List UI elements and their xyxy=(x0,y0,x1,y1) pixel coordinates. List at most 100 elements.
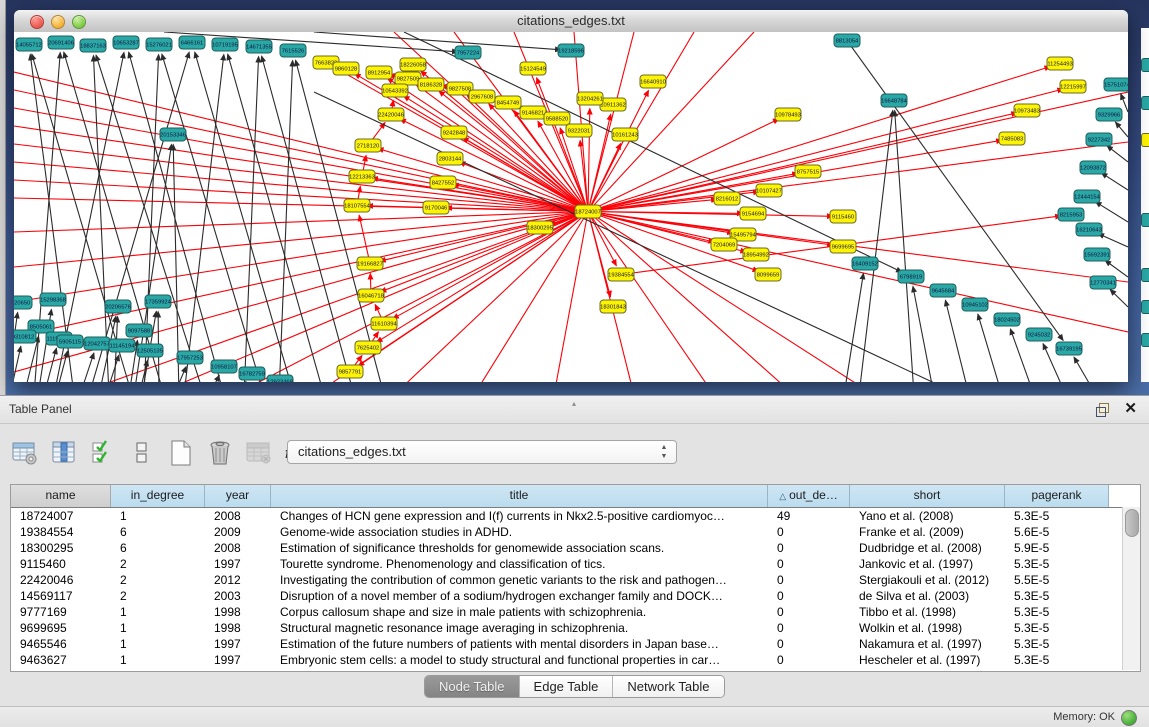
graph-node[interactable]: 19166827 xyxy=(357,257,383,270)
table-row[interactable]: 969969511998Structural magnetic resonanc… xyxy=(11,620,1140,636)
graph-node[interactable]: 12770341 xyxy=(1090,276,1116,289)
graph-node[interactable]: 18301843 xyxy=(600,300,626,313)
table-cell[interactable]: 5.3E-5 xyxy=(1005,588,1109,604)
table-cell[interactable]: Tibbo et al. (1998) xyxy=(850,604,1005,620)
graph-node[interactable]: 9245032 xyxy=(1026,328,1052,341)
column-header-in_degree[interactable]: in_degree xyxy=(111,485,205,507)
table-scrollbar[interactable] xyxy=(1122,507,1140,670)
graph-node[interactable]: 14055712 xyxy=(16,38,42,51)
graph-node[interactable]: 10161243 xyxy=(612,128,638,141)
table-cell[interactable]: 1 xyxy=(111,652,205,668)
graph-node[interactable]: 16210643 xyxy=(1076,223,1102,236)
table-cell[interactable]: 1 xyxy=(111,604,205,620)
table-cell[interactable]: 9465546 xyxy=(11,636,111,652)
graph-node[interactable]: 10107427 xyxy=(756,184,782,197)
graph-node[interactable]: 9097588 xyxy=(126,324,152,337)
table-cell[interactable]: 0 xyxy=(768,604,850,620)
graph-node[interactable]: 9329966 xyxy=(1096,108,1122,121)
graph-node[interactable]: 12444154 xyxy=(1074,190,1101,203)
graph-node[interactable]: 12042757 xyxy=(84,337,110,350)
graph-node[interactable]: 16648784 xyxy=(881,94,908,107)
graph-node[interactable]: 15276021 xyxy=(146,38,172,51)
table-cell[interactable]: Franke et al. (2009) xyxy=(850,524,1005,540)
table-cell[interactable]: 2 xyxy=(111,556,205,572)
table-cell[interactable]: 9115460 xyxy=(11,556,111,572)
graph-node[interactable]: 18226058 xyxy=(400,58,426,71)
graph-node[interactable]: 15124549 xyxy=(520,62,546,75)
graph-node[interactable]: 7204069 xyxy=(711,238,737,251)
graph-node[interactable]: 18107554 xyxy=(344,199,371,212)
graph-node[interactable]: 20206576 xyxy=(105,300,131,313)
column-header-short[interactable]: short xyxy=(850,485,1005,507)
graph-node[interactable]: 13204261 xyxy=(577,92,603,105)
table-cell[interactable]: de Silva et al. (2003) xyxy=(850,588,1005,604)
graph-node[interactable]: 6798919 xyxy=(898,270,924,283)
graph-node[interactable]: 10543392 xyxy=(382,84,408,97)
graph-node[interactable]: 10911362 xyxy=(600,98,626,111)
table-cell[interactable]: 5.3E-5 xyxy=(1005,508,1109,524)
new-document-icon[interactable] xyxy=(166,438,196,468)
table-row[interactable]: 1872400712008Changes of HCN gene express… xyxy=(11,508,1140,524)
graph-node[interactable]: 20153346 xyxy=(160,128,186,141)
graph-node[interactable]: 17957253 xyxy=(177,351,203,364)
table-cell[interactable]: Corpus callosum shape and size in male p… xyxy=(271,604,768,620)
graph-node[interactable]: 11610394 xyxy=(371,317,397,330)
network-canvas[interactable]: 1405571220691406188371631065328715276021… xyxy=(14,32,1128,382)
table-cell[interactable]: 19384554 xyxy=(11,524,111,540)
scrollbar-thumb[interactable] xyxy=(1125,509,1139,537)
table-cell[interactable]: 1997 xyxy=(205,652,271,668)
table-cell[interactable]: 1997 xyxy=(205,556,271,572)
graph-node[interactable]: 2803144 xyxy=(437,152,463,165)
table-row[interactable]: 1830029562008Estimation of significance … xyxy=(11,540,1140,556)
table-cell[interactable]: Dudbridge et al. (2008) xyxy=(850,540,1005,556)
graph-node[interactable]: 8427552 xyxy=(430,176,456,189)
graph-node[interactable]: 9310812 xyxy=(14,330,36,343)
table-cell[interactable]: 9463627 xyxy=(11,652,111,668)
graph-node[interactable]: 7957224 xyxy=(455,46,481,59)
graph-node[interactable]: 15298368 xyxy=(40,293,66,306)
table-cell[interactable]: 18724007 xyxy=(11,508,111,524)
graph-node[interactable]: 11145194 xyxy=(109,339,135,352)
table-row[interactable]: 2242004622012Investigating the contribut… xyxy=(11,572,1140,588)
table-cell[interactable]: 0 xyxy=(768,652,850,668)
graph-node[interactable]: 15692391 xyxy=(1084,248,1110,261)
graph-node[interactable]: 12215997 xyxy=(1060,80,1086,93)
graph-node[interactable]: 9170046 xyxy=(423,201,449,214)
table-settings-icon[interactable] xyxy=(10,438,40,468)
table-cell[interactable]: Jankovic et al. (1997) xyxy=(850,556,1005,572)
graph-node[interactable]: 18300295 xyxy=(527,221,553,234)
table-cell[interactable]: 5.5E-5 xyxy=(1005,572,1109,588)
table-cell[interactable]: 2003 xyxy=(205,588,271,604)
table-cell[interactable]: 5.6E-5 xyxy=(1005,524,1109,540)
tab-edge-table[interactable]: Edge Table xyxy=(520,676,614,697)
table-cell[interactable]: 14569117 xyxy=(11,588,111,604)
table-cell[interactable]: Stergiakouli et al. (2012) xyxy=(850,572,1005,588)
table-cell[interactable]: 5.3E-5 xyxy=(1005,604,1109,620)
tab-node-table[interactable]: Node Table xyxy=(425,676,520,697)
graph-node[interactable]: 9242848 xyxy=(441,126,467,139)
table-cell[interactable]: 0 xyxy=(768,620,850,636)
column-header-title[interactable]: title xyxy=(271,485,768,507)
graph-node[interactable]: 8099659 xyxy=(755,268,781,281)
graph-node[interactable]: 7615526 xyxy=(280,44,306,57)
table-cell[interactable]: 0 xyxy=(768,524,850,540)
graph-node[interactable]: 16640910 xyxy=(640,75,666,88)
graph-node[interactable]: 16739195 xyxy=(1056,342,1082,355)
table-row[interactable]: 946554611997Estimation of the future num… xyxy=(11,636,1140,652)
graph-node[interactable]: 10653287 xyxy=(113,36,139,49)
graph-node[interactable]: 9857791 xyxy=(337,365,363,378)
table-cell[interactable]: 0 xyxy=(768,636,850,652)
table-cell[interactable]: 5.9E-5 xyxy=(1005,540,1109,556)
table-cell[interactable]: Tourette syndrome. Phenomenology and cla… xyxy=(271,556,768,572)
column-pair-icon[interactable] xyxy=(127,438,157,468)
graph-node[interactable]: 9115460 xyxy=(830,210,856,223)
graph-node[interactable]: 9827509 xyxy=(395,72,421,85)
table-cell[interactable]: 18300295 xyxy=(11,540,111,556)
graph-node[interactable]: 18024502 xyxy=(994,313,1020,326)
table-cell[interactable]: 1997 xyxy=(205,636,271,652)
table-cell[interactable]: 5.3E-5 xyxy=(1005,556,1109,572)
graph-node[interactable]: 5905115 xyxy=(57,335,83,348)
float-panel-icon[interactable] xyxy=(1096,403,1109,416)
graph-node[interactable]: 12093872 xyxy=(1080,161,1106,174)
table-cell[interactable]: Structural magnetic resonance image aver… xyxy=(271,620,768,636)
